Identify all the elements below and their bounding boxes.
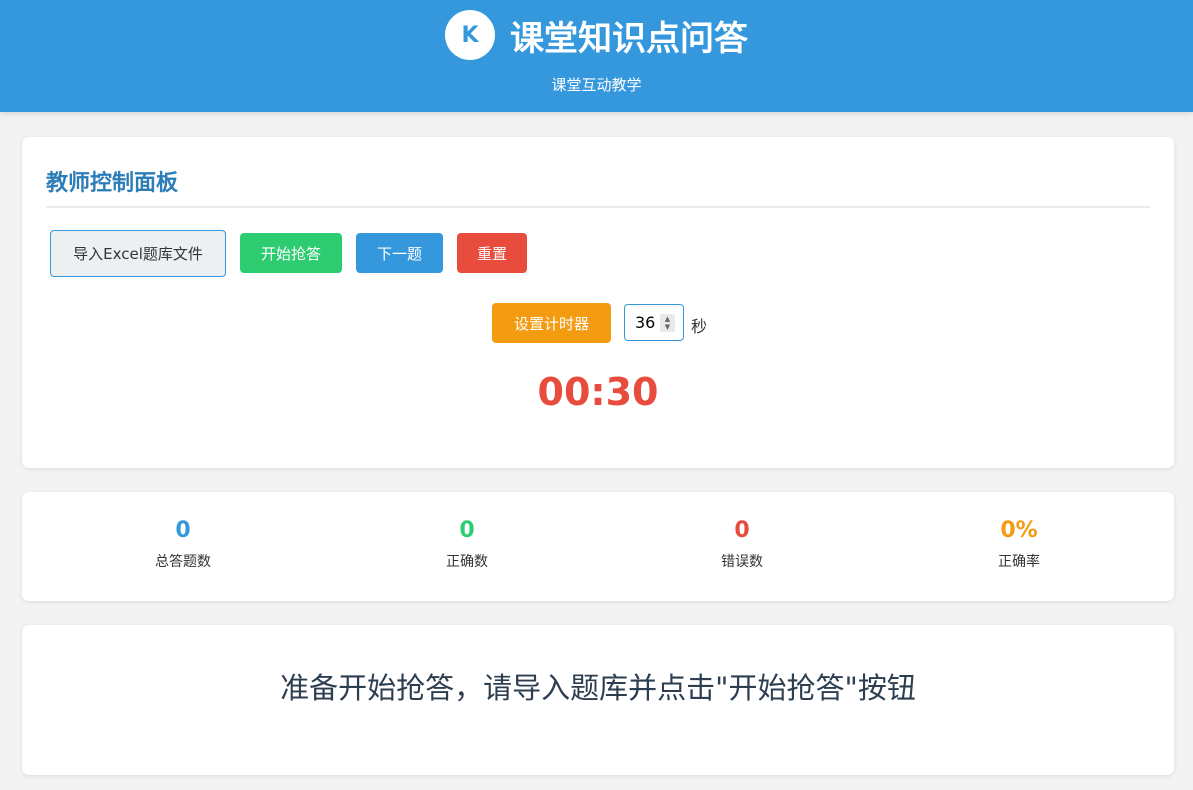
logo-row: K 课堂知识点问答 bbox=[0, 10, 1193, 60]
stat-value: 0 bbox=[459, 518, 475, 543]
question-area: 准备开始抢答，请导入题库并点击"开始抢答"按钮 bbox=[22, 625, 1174, 775]
set-timer-button[interactable]: 设置计时器 bbox=[492, 303, 611, 343]
stat-accuracy: 0% 正确率 bbox=[919, 518, 1119, 571]
stat-wrong: 0 错误数 bbox=[642, 518, 842, 571]
stat-total: 0 总答题数 bbox=[83, 518, 283, 571]
stat-value: 0% bbox=[1000, 518, 1038, 543]
import-excel-button[interactable]: 导入Excel题库文件 bbox=[50, 230, 226, 277]
reset-button[interactable]: 重置 bbox=[457, 233, 527, 273]
stats-panel: 0 总答题数 0 正确数 0 错误数 0% 正确率 bbox=[22, 492, 1174, 601]
teacher-control-panel: 教师控制面板 导入Excel题库文件 开始抢答 下一题 重置 设置计时器 36 … bbox=[22, 137, 1174, 468]
logo-icon: K bbox=[445, 10, 495, 60]
stat-value: 0 bbox=[175, 518, 191, 543]
question-message: 准备开始抢答，请导入题库并点击"开始抢答"按钮 bbox=[280, 671, 916, 705]
seconds-label: 秒 bbox=[691, 317, 708, 336]
stat-label: 正确率 bbox=[998, 554, 1040, 570]
app-subtitle: 课堂互动教学 bbox=[551, 76, 642, 94]
countdown-display: 00:30 bbox=[537, 370, 659, 414]
stat-label: 正确数 bbox=[446, 554, 488, 570]
panel-title: 教师控制面板 bbox=[46, 171, 179, 196]
start-quiz-button[interactable]: 开始抢答 bbox=[240, 233, 342, 273]
next-question-button[interactable]: 下一题 bbox=[356, 233, 443, 273]
stat-value: 0 bbox=[734, 518, 750, 543]
number-spinner-icon[interactable]: ▲ ▼ bbox=[660, 314, 675, 332]
timer-seconds-input[interactable]: 36 ▲ ▼ bbox=[624, 304, 684, 341]
app-title: 课堂知识点问答 bbox=[510, 18, 748, 59]
stat-label: 总答题数 bbox=[155, 554, 211, 570]
stat-label: 错误数 bbox=[721, 554, 763, 570]
panel-divider bbox=[46, 206, 1150, 208]
app-header: K 课堂知识点问答 课堂互动教学 bbox=[0, 0, 1193, 112]
stat-correct: 0 正确数 bbox=[367, 518, 567, 571]
timer-input-value: 36 bbox=[635, 313, 656, 332]
